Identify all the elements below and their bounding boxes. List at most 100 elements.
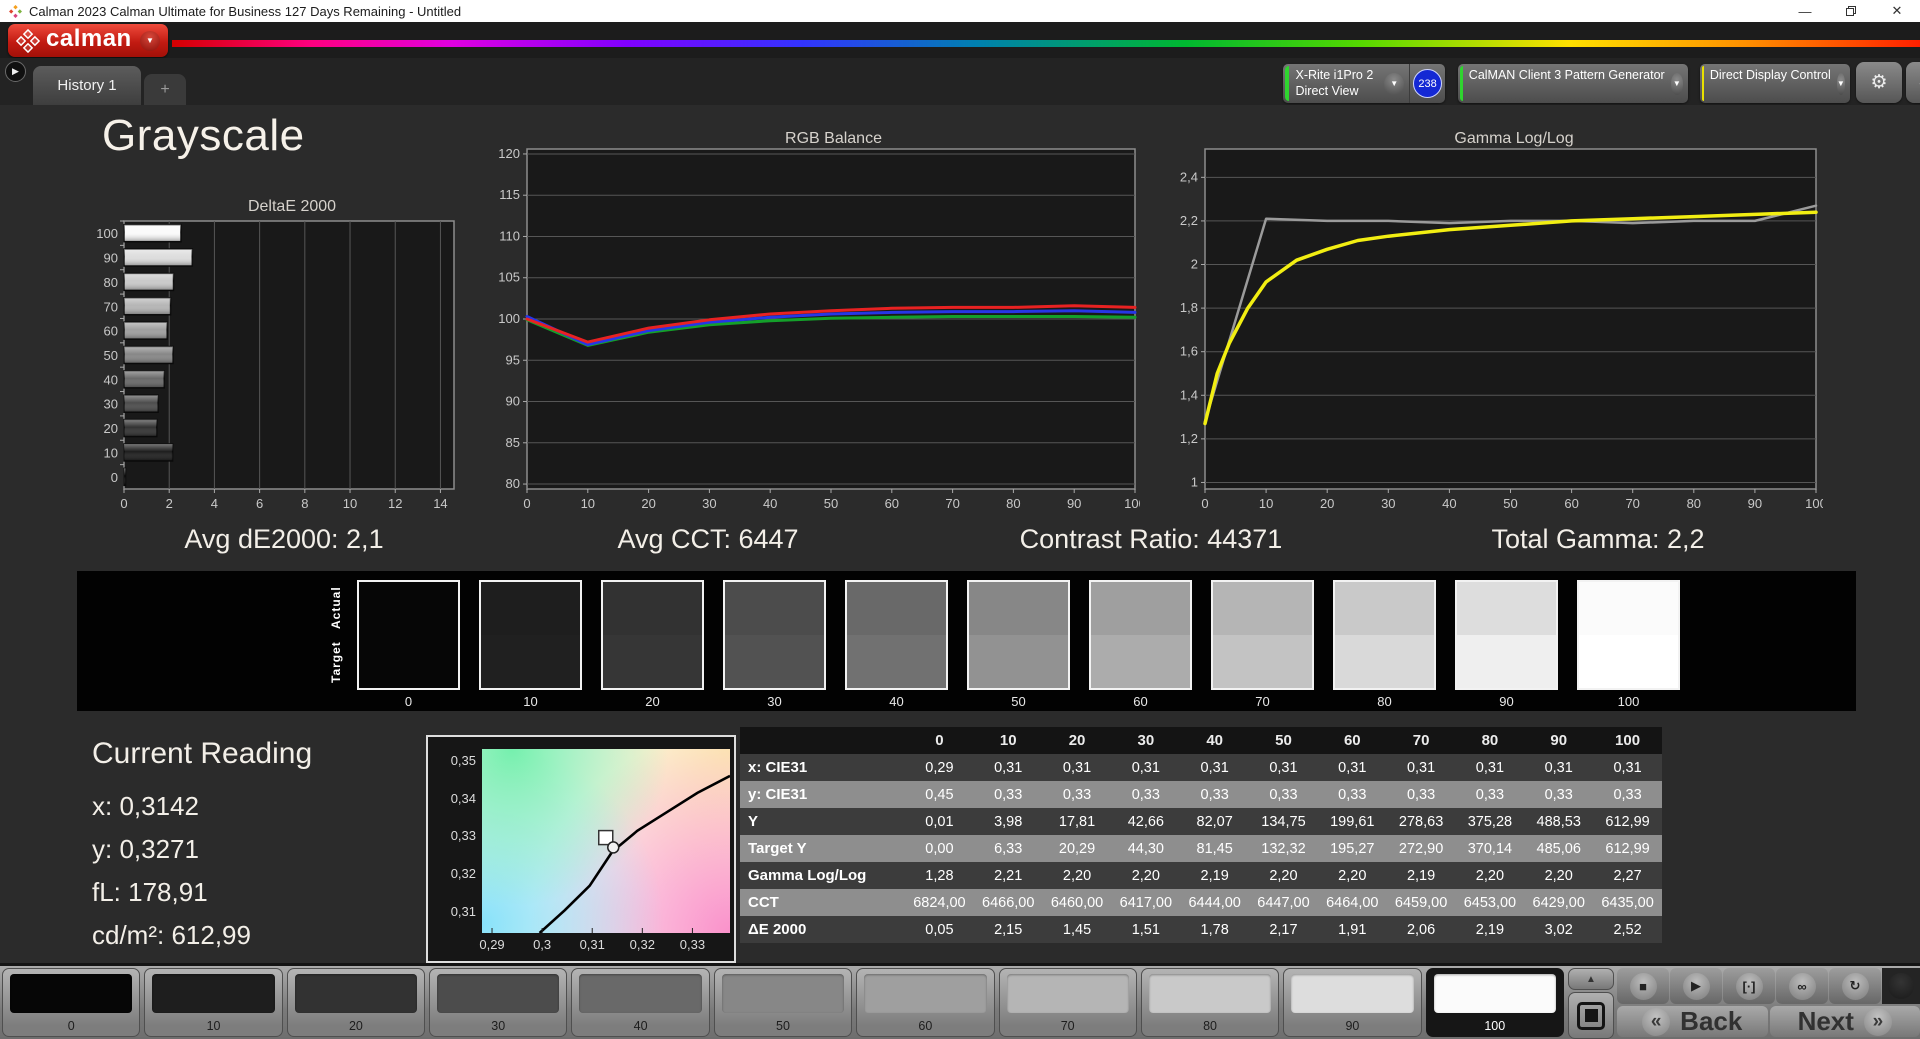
table-cell: 612,99 — [1593, 808, 1662, 835]
chevron-down-icon[interactable]: ▼ — [140, 30, 160, 51]
table-cell: 1,51 — [1111, 916, 1181, 943]
actual-swatch — [1335, 582, 1434, 635]
pattern-swatch — [1291, 974, 1414, 1013]
strip-swatch-label: 90 — [1499, 694, 1514, 709]
table-cell: 132,32 — [1249, 835, 1318, 862]
table-cell: 272,90 — [1386, 835, 1456, 862]
loop-icon: ∞ — [1788, 972, 1816, 1000]
stop-icon: ■ — [1629, 972, 1657, 1000]
strip-swatch-label: 60 — [1133, 694, 1148, 709]
pattern-generator-dropdown[interactable]: CalMAN Client 3 Pattern Generator ▼ — [1458, 64, 1688, 103]
cie-chromaticity-chart: 0,35 0,34 0,33 0,32 0,31 0,29 0,3 0,31 0,32 0,33 — [426, 735, 736, 963]
svg-text:1,2: 1,2 — [1180, 431, 1198, 446]
table-cell: 0,31 — [1180, 754, 1250, 781]
pattern-level-button-50[interactable]: 50 — [713, 968, 853, 1037]
calman-diamond-icon — [16, 28, 40, 53]
cie-x-tick: 0,31 — [579, 937, 605, 952]
back-button[interactable]: « Back — [1617, 1006, 1768, 1037]
display-control-label: Direct Display Control — [1709, 68, 1831, 82]
pattern-level-label: 100 — [1484, 1019, 1506, 1033]
table-cell: 2,21 — [973, 862, 1043, 889]
cie-x-tick: 0,29 — [479, 937, 505, 952]
restore-button[interactable] — [1828, 0, 1874, 22]
pattern-level-button-20[interactable]: 20 — [286, 968, 426, 1037]
strip-swatch-label: 40 — [889, 694, 904, 709]
pattern-level-button-90[interactable]: 90 — [1283, 968, 1422, 1037]
reading-fl: fL: 178,91 — [92, 877, 208, 907]
table-cell: 82,07 — [1180, 808, 1250, 835]
pattern-nav-column: ▲ — [1568, 968, 1614, 1039]
play-icon: ▶ — [1682, 972, 1710, 1000]
table-cell: 2,19 — [1180, 862, 1250, 889]
pattern-level-button-60[interactable]: 60 — [856, 968, 995, 1037]
app-header: calman ▼ — [0, 22, 1920, 58]
loop-button[interactable]: ∞ — [1776, 968, 1828, 1004]
calman-logo-text: calman — [46, 25, 132, 52]
actual-swatch — [725, 582, 824, 635]
table-cell: 2,52 — [1593, 916, 1662, 943]
settings-gear-button[interactable]: ⚙ — [1856, 62, 1902, 103]
table-col-header: 50 — [1249, 727, 1318, 754]
pattern-level-button-80[interactable]: 80 — [1140, 968, 1280, 1037]
table-row-label: Y — [740, 808, 905, 835]
pattern-swatch — [10, 974, 133, 1013]
next-button[interactable]: Next » — [1769, 1006, 1920, 1037]
pattern-window-button[interactable] — [1568, 992, 1614, 1039]
deltae-chart-title: DeltaE 2000 — [247, 198, 337, 215]
cie-y-tick: 0,32 — [450, 866, 476, 882]
pattern-level-label: 80 — [1203, 1019, 1217, 1033]
current-reading-title: Current Reading — [92, 737, 313, 770]
main-content: Grayscale DeltaE 2000 0 2 4 6 8 10 12 14 100 90 80… — [0, 105, 1920, 963]
table-cell: 0,33 — [973, 781, 1043, 808]
play-button[interactable]: ▶ — [1670, 968, 1722, 1004]
svg-text:0: 0 — [1201, 496, 1208, 511]
expand-panel-button[interactable]: ▶ — [5, 61, 26, 82]
svg-text:70: 70 — [1625, 496, 1639, 511]
table-cell: 0,31 — [1249, 754, 1318, 781]
cie-y-tick: 0,31 — [450, 904, 476, 920]
calman-menu-button[interactable]: calman ▼ — [8, 24, 168, 57]
actual-swatch — [359, 582, 458, 635]
pattern-level-button-100[interactable]: 100 — [1425, 968, 1564, 1037]
minimize-button[interactable]: — — [1782, 0, 1828, 22]
table-cell: 0,31 — [1455, 754, 1525, 781]
deltae-chart: DeltaE 2000 0 2 4 6 8 10 12 14 100 90 80 70 60 50 40 30… — [90, 198, 460, 525]
pattern-up-button[interactable]: ▲ — [1568, 968, 1614, 990]
pattern-swatch — [437, 974, 560, 1013]
table-cell: 20,29 — [1042, 835, 1112, 862]
svg-text:70: 70 — [945, 496, 959, 511]
strip-swatch-70: 70 — [1211, 580, 1314, 711]
strip-swatch-label: 30 — [767, 694, 782, 709]
collapse-panel-button[interactable]: ◀ — [1906, 62, 1920, 103]
strip-swatch-40: 40 — [845, 580, 948, 711]
total-gamma-stat: Total Gamma: 2,2 — [1491, 524, 1705, 554]
svg-text:0: 0 — [523, 496, 530, 511]
pattern-level-button-0[interactable]: 0 — [2, 968, 141, 1037]
target-swatch — [603, 635, 702, 688]
cie-x-tick: 0,32 — [629, 937, 655, 952]
table-row: y: CIE31 0,45 0,33 0,33 0,33 0,33 0,33 0,33 0,33… — [740, 781, 1662, 808]
svg-text:100: 100 — [498, 311, 520, 326]
pattern-level-button-10[interactable]: 10 — [144, 968, 283, 1037]
display-control-dropdown[interactable]: Direct Display Control ▼ — [1700, 64, 1850, 103]
tab-history-1[interactable]: History 1 — [33, 66, 141, 105]
table-col-header: 70 — [1386, 727, 1456, 754]
step-button[interactable]: [·] — [1723, 968, 1775, 1004]
pattern-level-button-70[interactable]: 70 — [998, 968, 1137, 1037]
daylight-locus-curve — [538, 774, 731, 934]
table-cell: 0,00 — [905, 835, 974, 862]
pattern-level-label: 40 — [633, 1019, 648, 1033]
reading-y: y: 0,3271 — [92, 834, 199, 864]
pattern-level-button-30[interactable]: 30 — [429, 968, 568, 1037]
stop-button[interactable]: ■ — [1617, 968, 1669, 1004]
add-tab-button[interactable]: + — [144, 74, 186, 105]
pattern-level-button-40[interactable]: 40 — [571, 968, 710, 1037]
table-cell: 2,17 — [1249, 916, 1318, 943]
refresh-button[interactable]: ↻ — [1829, 968, 1881, 1004]
table-cell: 1,78 — [1180, 916, 1250, 943]
meter-dropdown[interactable]: X-Rite i1Pro 2 Direct View ▼ 238 — [1283, 64, 1445, 103]
table-cell: 2,06 — [1386, 916, 1456, 943]
target-swatch — [481, 635, 580, 688]
close-button[interactable]: ✕ — [1874, 0, 1920, 22]
table-cell: 0,31 — [1317, 754, 1387, 781]
